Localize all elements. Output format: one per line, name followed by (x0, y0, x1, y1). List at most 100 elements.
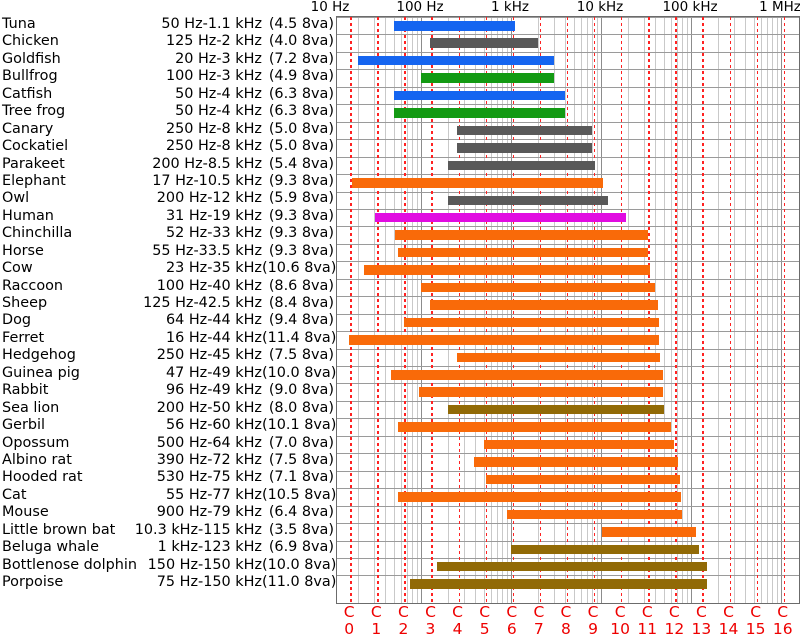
frequency-range-text: 200 Hz-50 kHz (156, 399, 262, 416)
octave-number: 10 (610, 620, 631, 638)
range-bar (511, 544, 700, 554)
octave-span-text: (8.6 8va) (268, 277, 334, 294)
axis-tick-label-5: 1 MHz (759, 0, 800, 15)
octave-number: 7 (533, 620, 544, 638)
animal-name: Porpoise (2, 574, 64, 590)
hearing-range-chart: 10 Hz 100 Hz 1 kHz 10 kHz 100 kHz 1 MHz Tuna 5… (0, 0, 800, 641)
octave-letter: C (614, 603, 626, 621)
animal-name: Hooded rat (2, 469, 83, 486)
range-bar (474, 457, 679, 467)
octave-label-c12: C 12 (664, 604, 684, 638)
octave-label-c0: C0 (344, 604, 355, 638)
range-bar (506, 509, 682, 520)
octave-letter: C (479, 603, 491, 621)
table-row: Goldfish 20 Hz-3 kHz (7.2 8va) (0, 51, 336, 68)
animal-name: Bullfrog (2, 68, 58, 85)
range-bar (403, 317, 659, 328)
range-bar (397, 492, 681, 502)
octave-span-text: (8.4 8va) (268, 295, 334, 311)
octave-span-text: (4.9 8va) (268, 68, 334, 85)
octave-span-text: (7.2 8va) (268, 50, 334, 67)
animal-name: Chicken (2, 33, 59, 50)
octave-span-text: (10.0 8va) (262, 556, 337, 573)
range-bar (395, 230, 648, 240)
frequency-range-text: 500 Hz-64 kHz (156, 434, 262, 451)
octave-span-text: (4.5 8va) (268, 16, 334, 32)
animal-name: Chinchilla (2, 225, 73, 242)
animal-label-column: Tuna 50 Hz-1.1 kHz (4.5 8va) Chicken 125 Hz-… (0, 16, 336, 591)
octave-label-c15: C 15 (746, 604, 766, 638)
animal-name: Bottlenose dolphin (2, 556, 137, 573)
octave-span-text: (7.5 8va) (268, 347, 334, 364)
octave-span-text: (9.3 8va) (268, 172, 334, 189)
frequency-range-text: 390 Hz-72 kHz (156, 451, 262, 468)
table-row: Raccoon 100 Hz-40 kHz (8.6 8va) (0, 278, 336, 295)
octave-letter: C (425, 603, 436, 621)
octave-letter: C (397, 603, 409, 621)
table-row: Owl 200 Hz-12 kHz (5.9 8va) (0, 190, 336, 207)
octave-gridline-c13 (702, 17, 704, 603)
table-row: Gerbil 56 Hz-60 kHz (10.1 8va) (0, 417, 336, 434)
table-row: Bottlenose dolphin 150 Hz-150 kHz (10.0 8v… (0, 557, 336, 574)
table-row: Tree frog 50 Hz-4 kHz (6.3 8va) (0, 103, 336, 120)
octave-gridline-c4 (458, 17, 460, 603)
animal-name: Rabbit (2, 382, 49, 399)
animal-name: Horse (2, 242, 44, 259)
octave-span-text: (9.4 8va) (268, 312, 334, 329)
range-bar (419, 387, 664, 397)
animal-name: Opossum (2, 434, 70, 451)
table-row: Little brown bat 10.3 kHz-115 kHz (3.5 8va… (0, 522, 336, 539)
animal-name: Beluga whale (2, 539, 99, 556)
octave-letter: C (533, 603, 545, 621)
table-row: Mouse 900 Hz-79 kHz (6.4 8va) (0, 504, 336, 521)
octave-gridline-c5 (485, 17, 487, 603)
octave-number: 9 (588, 620, 598, 638)
octave-label-c7: C7 (533, 604, 544, 638)
octave-span-text: (5.4 8va) (268, 155, 334, 172)
range-bar (456, 125, 593, 136)
animal-name: Raccoon (2, 277, 64, 294)
octave-span-text: (11.0 8va) (262, 574, 337, 590)
animal-name: Human (2, 207, 54, 224)
range-bar (363, 265, 650, 275)
table-row: Tuna 50 Hz-1.1 kHz (4.5 8va) (0, 16, 336, 33)
frequency-range-text: 50 Hz-4 kHz (175, 85, 262, 102)
frequency-range-text: 75 Hz-150 kHz (156, 574, 262, 590)
frequency-range-text: 250 Hz-8 kHz (165, 120, 262, 137)
frequency-range-text: 530 Hz-75 kHz (156, 469, 262, 486)
range-bar (602, 527, 697, 537)
plot-area (336, 16, 800, 604)
octave-gridline-c14 (729, 17, 731, 603)
range-bar (358, 55, 554, 66)
octave-gridline-c0 (350, 17, 352, 603)
frequency-range-text: 200 Hz-8.5 kHz (152, 155, 262, 172)
frequency-range-text: 55 Hz-33.5 kHz (152, 242, 262, 259)
axis-tick-label-2: 1 kHz (491, 0, 529, 15)
frequency-range-text: 52 Hz-33 kHz (165, 225, 262, 242)
axis-tick-label-4: 100 kHz (662, 0, 718, 15)
frequency-range-text: 55 Hz-77 kHz (165, 486, 262, 503)
octave-span-text: (10.0 8va) (262, 364, 337, 381)
frequency-range-text: 100 Hz-40 kHz (156, 277, 262, 294)
range-bar (429, 300, 658, 310)
octave-gridline-c1 (377, 17, 379, 603)
frequency-range-text: 31 Hz-19 kHz (165, 207, 262, 224)
frequency-range-text: 1 kHz-123 kHz (157, 539, 262, 556)
table-row: Sheep 125 Hz-42.5 kHz (8.4 8va) (0, 295, 336, 312)
range-bar (456, 352, 660, 363)
frequency-range-text: 125 Hz-42.5 kHz (143, 295, 262, 311)
frequency-range-text: 47 Hz-49 kHz (165, 364, 262, 381)
range-bar (391, 370, 664, 380)
table-row: Cow 23 Hz-35 kHz (10.6 8va) (0, 260, 336, 277)
octave-span-text: (5.0 8va) (268, 138, 334, 155)
range-bar (397, 247, 649, 258)
frequency-range-text: 17 Hz-10.5 kHz (152, 172, 262, 189)
octave-span-text: (9.3 8va) (268, 225, 334, 242)
octave-span-text: (7.0 8va) (268, 434, 334, 451)
frequency-range-text: 20 Hz-3 kHz (175, 50, 262, 67)
octave-span-text: (10.1 8va) (262, 417, 337, 434)
range-bar (483, 439, 674, 450)
octave-letter: C (587, 603, 599, 621)
animal-name: Sea lion (2, 399, 60, 416)
octave-letter: C (370, 603, 382, 621)
